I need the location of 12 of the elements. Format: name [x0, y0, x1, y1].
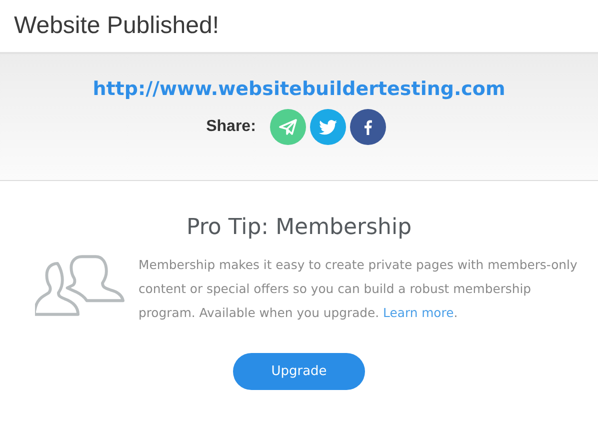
paper-plane-icon: [278, 119, 297, 135]
share-button[interactable]: [350, 109, 386, 145]
learn-more-link[interactable]: Learn more: [383, 305, 454, 320]
facebook-icon: [364, 120, 372, 134]
bird-icon: [318, 120, 337, 134]
dialog-title: Website Published!: [14, 12, 220, 40]
tip-description: Membership makes it easy to create private pages with members-only content or special offers so you can build a robust membership program. Available when you upgrade. Learn more.: [138, 256, 578, 322]
upgrade-button[interactable]: Upgrade: [233, 353, 365, 390]
tip-heading: Pro Tip: Membership: [186, 215, 412, 240]
website-url-link[interactable]: http://www.websitebuildertesting.com: [92, 78, 506, 100]
share-label: Share:: [206, 118, 256, 136]
users-icon: [34, 254, 124, 316]
